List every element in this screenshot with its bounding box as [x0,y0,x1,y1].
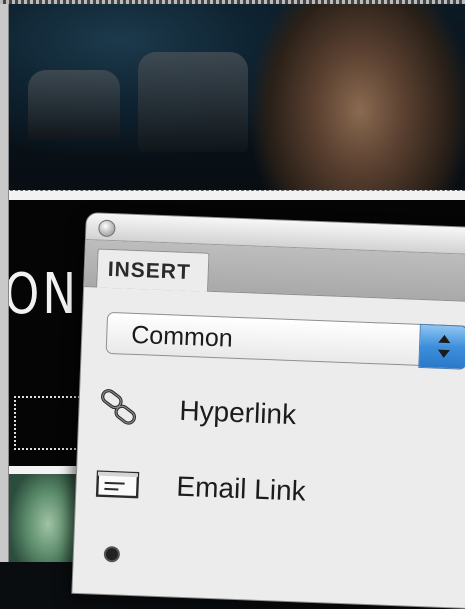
window-left-edge [0,0,9,562]
insert-item-label: Hyperlink [178,394,297,431]
vintage-car-shape [28,70,120,140]
tab-insert[interactable]: INSERT [96,248,210,292]
category-select-value: Common [130,320,234,353]
vintage-car-shape [138,52,248,152]
arrow-up-icon [438,334,451,344]
insert-item-email-link[interactable]: Email Link [75,449,465,534]
movie-banner-image [0,0,465,196]
selection-marquee-edge [0,0,465,4]
tab-insert-label: INSERT [107,257,192,285]
arrow-down-icon [437,349,450,359]
category-select[interactable]: Common [105,311,465,370]
select-arrows-icon[interactable] [418,323,465,370]
close-button-icon[interactable] [98,219,116,238]
hyperlink-chain-icon [101,389,137,425]
insert-item-label: Email Link [175,470,307,507]
email-link-icon [95,470,140,499]
anchor-icon [103,545,121,563]
insert-item-hyperlink[interactable]: Hyperlink [78,373,465,458]
insert-panel: INSERT Common Hyperlink Email Link [71,212,465,609]
insert-item-partial[interactable] [72,525,465,609]
